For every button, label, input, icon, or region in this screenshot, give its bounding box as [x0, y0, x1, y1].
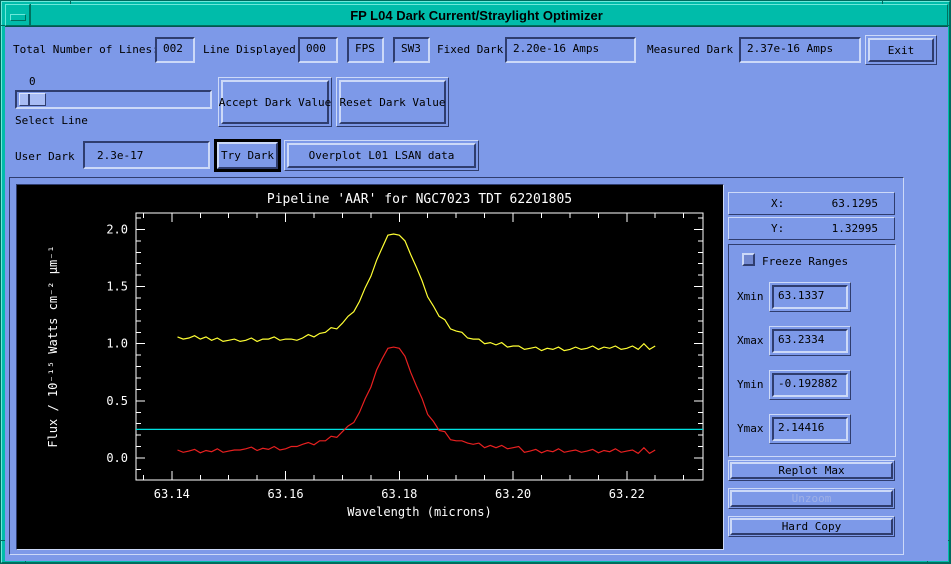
user-dark-label: User Dark	[15, 150, 75, 163]
overplot-button[interactable]: Overplot L01 LSAN data	[287, 143, 476, 168]
window-menu-icon	[10, 14, 26, 21]
detector-field[interactable]: SW3	[393, 37, 430, 63]
line-displayed-label: Line Displayed:	[203, 43, 303, 56]
exit-button-frame: Exit	[865, 35, 937, 65]
main-panel: Total Number of Lines: 002 Line Displaye…	[5, 26, 948, 561]
unzoom-button: Unzoom	[730, 490, 893, 507]
slider-thumb-divider	[28, 94, 30, 105]
svg-text:Pipeline 'AAR' for NGC7023 TD: Pipeline 'AAR' for NGC7023 TDT 62201805	[267, 192, 572, 207]
fixed-dark-field[interactable]: 2.20e-16 Amps	[505, 37, 636, 63]
hard-copy-frame: Hard Copy	[728, 516, 895, 537]
plot-canvas[interactable]: 63.14 63.16 63.18 63.20 63.22 0.0 0.5 1.0 1.5 2.0…	[17, 185, 723, 549]
plot-panel: 63.14 63.16 63.18 63.20 63.22 0.0 0.5 1.0 1.5 2.0…	[16, 184, 724, 550]
cursor-y-label: Y:	[771, 222, 785, 235]
measured-dark-label: Measured Dark	[647, 43, 734, 56]
slider-thumb[interactable]	[19, 93, 46, 106]
reset-dark-frame: Reset Dark Value	[336, 77, 449, 127]
hard-copy-button[interactable]: Hard Copy	[730, 518, 893, 535]
ymin-field-frame: -0.192882	[769, 370, 851, 400]
ymin-label: Ymin	[737, 378, 764, 391]
titlebar-divider	[30, 4, 31, 26]
cursor-y-readout: Y: 1.32995	[728, 217, 895, 240]
ymax-label: Ymax	[737, 422, 764, 435]
cursor-x-label: X:	[771, 197, 785, 210]
svg-text:1.5: 1.5	[106, 280, 128, 294]
cursor-x-value: 63.1295	[831, 197, 878, 210]
line-displayed-field[interactable]: 000	[298, 37, 338, 63]
select-line-caption: Select Line	[15, 114, 88, 127]
title-bar[interactable]: FP L04 Dark Current/Straylight Optimizer	[5, 4, 948, 26]
fixed-dark-label: Fixed Dark	[437, 43, 504, 56]
svg-text:63.16: 63.16	[268, 487, 304, 501]
try-dark-button[interactable]: Try Dark	[217, 142, 278, 169]
fps-field[interactable]: FPS	[347, 37, 384, 63]
user-dark-field[interactable]: 2.3e-17	[83, 141, 210, 169]
svg-text:2.0: 2.0	[106, 222, 128, 236]
xmin-label: Xmin	[737, 290, 764, 303]
ranges-group: Freeze Ranges Xmin 63.1337 Xmax 63.2334 …	[728, 244, 896, 457]
svg-text:63.22: 63.22	[609, 487, 645, 501]
freeze-ranges-label: Freeze Ranges	[762, 255, 849, 268]
select-line-slider[interactable]	[15, 90, 212, 109]
measured-dark-field[interactable]: 2.37e-16 Amps	[739, 37, 861, 63]
xmax-field-frame: 63.2334	[769, 326, 851, 356]
cursor-x-readout: X: 63.1295	[728, 192, 895, 215]
svg-text:63.14: 63.14	[154, 487, 190, 501]
total-lines-field[interactable]: 002	[155, 37, 195, 63]
svg-text:0.0: 0.0	[106, 451, 128, 465]
xmin-field-frame: 63.1337	[769, 282, 851, 312]
svg-text:63.18: 63.18	[381, 487, 417, 501]
replot-max-frame: Replot Max	[728, 460, 895, 481]
total-lines-label: Total Number of Lines:	[13, 43, 159, 56]
window-title: FP L04 Dark Current/Straylight Optimizer	[350, 8, 603, 23]
replot-max-button[interactable]: Replot Max	[730, 462, 893, 479]
svg-text:0.5: 0.5	[106, 394, 128, 408]
cursor-y-value: 1.32995	[831, 222, 878, 235]
svg-text:1.0: 1.0	[106, 337, 128, 351]
reset-dark-button[interactable]: Reset Dark Value	[339, 80, 446, 124]
accept-dark-button[interactable]: Accept Dark Value	[219, 80, 331, 124]
svg-text:Wavelength (microns): Wavelength (microns)	[347, 505, 492, 519]
ymax-field-frame: 2.14416	[769, 414, 851, 444]
xmax-field[interactable]: 63.2334	[772, 329, 848, 353]
try-dark-default-ring: Try Dark	[214, 139, 281, 172]
ymax-field[interactable]: 2.14416	[772, 417, 848, 441]
xmax-label: Xmax	[737, 334, 764, 347]
ymin-field[interactable]: -0.192882	[772, 373, 848, 397]
window-menu-button[interactable]	[5, 4, 30, 26]
plot-section: 63.14 63.16 63.18 63.20 63.22 0.0 0.5 1.0 1.5 2.0…	[9, 177, 904, 555]
freeze-ranges-checkbox[interactable]	[742, 253, 755, 266]
svg-text:63.20: 63.20	[495, 487, 531, 501]
accept-dark-frame: Accept Dark Value	[218, 77, 332, 127]
svg-text:Flux / 10⁻¹⁵ Watts cm⁻² µm⁻¹: Flux / 10⁻¹⁵ Watts cm⁻² µm⁻¹	[46, 245, 60, 447]
exit-button[interactable]: Exit	[868, 38, 934, 62]
overplot-frame: Overplot L01 LSAN data	[284, 140, 479, 171]
xmin-field[interactable]: 63.1337	[772, 285, 848, 309]
slider-value-label: 0	[29, 75, 36, 88]
app-window: FP L04 Dark Current/Straylight Optimizer…	[0, 0, 951, 564]
unzoom-frame: Unzoom	[728, 488, 895, 509]
